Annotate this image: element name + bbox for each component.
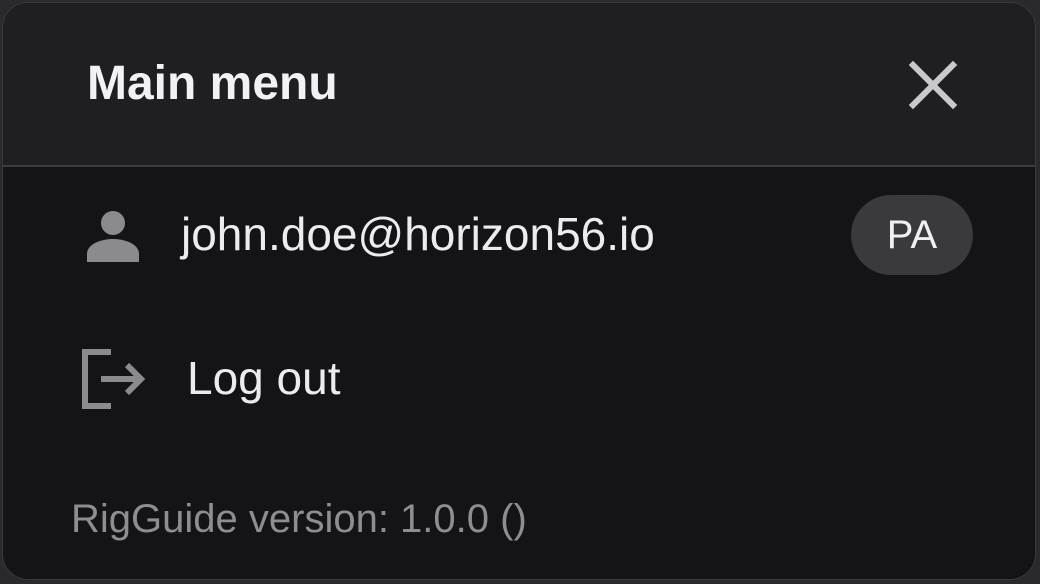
logout-label: Log out xyxy=(187,352,341,404)
user-account-row: john.doe@horizon56.io PA xyxy=(3,175,1035,295)
close-button[interactable] xyxy=(899,51,967,119)
role-badge: PA xyxy=(851,195,973,275)
menu-header: Main menu xyxy=(3,3,1035,167)
main-menu-panel: Main menu john.doe@horizon56.io PA Log o… xyxy=(2,2,1036,580)
logout-menu-item[interactable]: Log out xyxy=(3,319,1035,439)
close-icon xyxy=(908,60,958,110)
person-icon xyxy=(75,199,151,271)
app-version-text: RigGuide version: 1.0.0 () xyxy=(71,497,527,541)
user-email: john.doe@horizon56.io xyxy=(181,208,655,260)
menu-title: Main menu xyxy=(87,57,338,110)
logout-icon xyxy=(75,343,151,415)
